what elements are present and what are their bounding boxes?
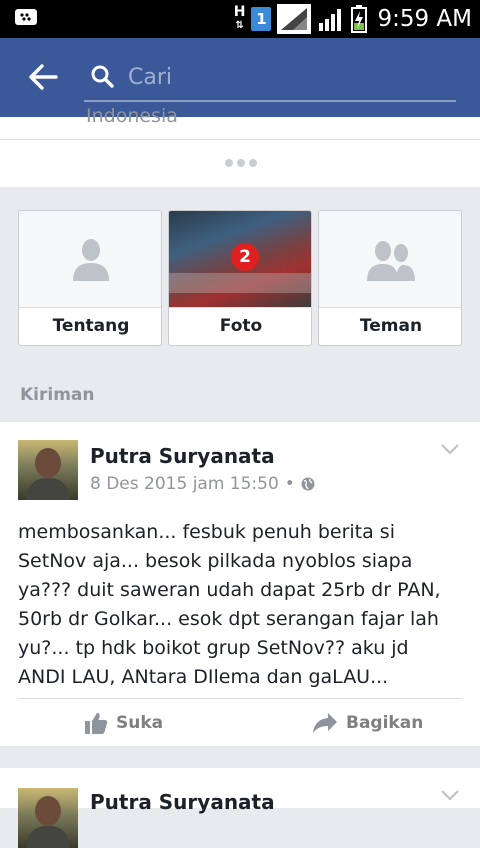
post-author[interactable]: Putra Suryanata [90, 444, 275, 468]
post-meta: 8 Des 2015 jam 15:50 • [90, 474, 315, 494]
friends-icon [367, 241, 415, 281]
avatar[interactable] [18, 788, 78, 848]
divider [0, 139, 480, 140]
search-bar[interactable] [84, 52, 456, 102]
profile-intro-card: Indonesia [0, 105, 480, 187]
tile-foto[interactable]: 2 Foto [168, 210, 312, 346]
tile-tentang[interactable]: Tentang [18, 210, 162, 346]
post-date[interactable]: 8 Des 2015 jam 15:50 [90, 474, 279, 494]
back-arrow-icon[interactable] [26, 60, 60, 94]
thumbs-up-icon [85, 713, 108, 734]
share-label: Bagikan [346, 713, 424, 733]
tile-label: Foto [219, 316, 263, 336]
like-label: Suka [116, 713, 164, 733]
tile-label: Teman [359, 316, 423, 336]
avatar[interactable] [18, 440, 78, 500]
battery-charging-icon [351, 5, 368, 33]
more-dots-icon[interactable] [225, 159, 257, 167]
person-icon [73, 239, 109, 281]
cutoff-text: Indonesia [86, 105, 178, 127]
tile-teman-picture [319, 211, 461, 308]
globe-icon [301, 477, 315, 491]
status-bar: H ⇅ 1 9:59 AM [0, 0, 480, 38]
post-card: Putra Suryanata [0, 768, 480, 848]
bbm-notification-icon [15, 9, 37, 25]
clock: 9:59 AM [377, 6, 472, 32]
meta-separator: • [284, 474, 295, 494]
share-button[interactable]: Bagikan [312, 708, 423, 738]
chevron-down-icon[interactable] [440, 442, 460, 456]
photo-thumbnail: 2 [169, 211, 311, 307]
search-icon [91, 65, 114, 88]
profile-tiles: Tentang 2 Foto Teman [18, 210, 462, 346]
search-input[interactable] [126, 56, 450, 98]
app-header [0, 38, 480, 117]
network-type-indicator: H ⇅ [233, 4, 246, 31]
divider [18, 698, 462, 699]
signal-strength-icon [319, 9, 342, 31]
sim-indicator: 1 [251, 7, 272, 31]
post-author[interactable]: Putra Suryanata [90, 790, 275, 814]
tile-foto-picture: 2 [169, 211, 311, 308]
tile-label: Tentang [52, 316, 130, 336]
section-title: Kiriman [20, 385, 95, 405]
no-signal-icon [277, 4, 312, 34]
tile-tentang-picture [19, 211, 161, 308]
post-card: Putra Suryanata 8 Des 2015 jam 15:50 • m… [0, 422, 480, 746]
like-button[interactable]: Suka [84, 708, 163, 738]
tile-teman[interactable]: Teman [318, 210, 462, 346]
post-text: membosankan... fesbuk penuh berita si Se… [18, 521, 441, 688]
share-arrow-icon [313, 713, 337, 733]
